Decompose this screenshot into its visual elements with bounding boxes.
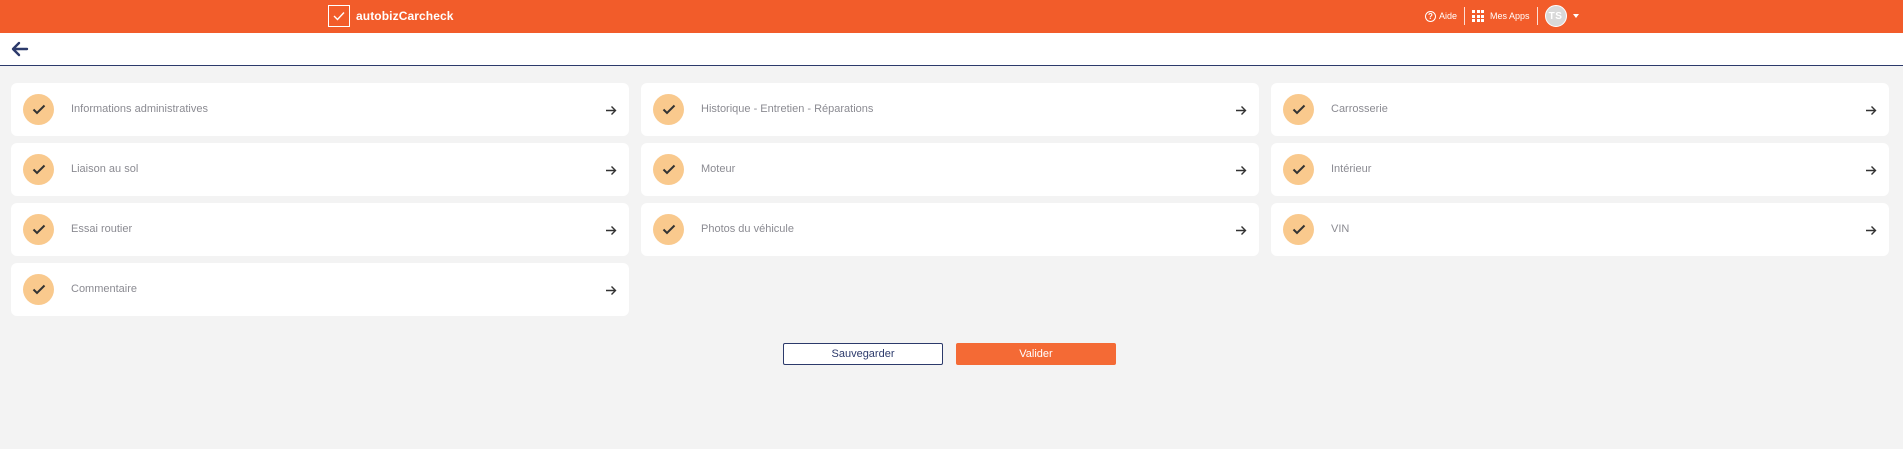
apps-grid-icon	[1472, 10, 1485, 22]
divider	[1464, 7, 1466, 25]
section-card[interactable]: Informations administratives	[11, 83, 629, 136]
section-label: Intérieur	[1331, 163, 1372, 175]
check-icon	[23, 154, 54, 185]
arrow-right-icon[interactable]	[601, 280, 621, 300]
section-card[interactable]: Carrosserie	[1271, 83, 1889, 136]
check-icon	[23, 214, 54, 245]
apps-label: Mes Apps	[1490, 11, 1530, 21]
check-icon	[653, 154, 684, 185]
check-icon	[23, 274, 54, 305]
caret-down-icon[interactable]	[1572, 14, 1579, 18]
section-label: Liaison au sol	[71, 163, 139, 175]
section-label: Essai routier	[71, 223, 133, 235]
section-label: VIN	[1331, 223, 1350, 235]
section-card[interactable]: Moteur	[641, 143, 1259, 196]
arrow-left-icon	[11, 41, 29, 57]
section-label: Carrosserie	[1331, 103, 1388, 115]
section-card[interactable]: Historique - Entretien - Réparations	[641, 83, 1259, 136]
arrow-right-icon[interactable]	[601, 160, 621, 180]
section-card[interactable]: Liaison au sol	[11, 143, 629, 196]
check-icon	[1283, 94, 1314, 125]
question-circle-icon: ?	[1425, 10, 1436, 22]
check-icon	[653, 214, 684, 245]
top-right-menu: ? Aide Mes Apps TS	[1425, 4, 1579, 28]
check-icon	[1283, 214, 1314, 245]
section-card[interactable]: Photos du véhicule	[641, 203, 1259, 256]
brand-name: autobizCarcheck	[356, 9, 454, 23]
save-button[interactable]: Sauvegarder	[783, 343, 943, 365]
section-label: Historique - Entretien - Réparations	[701, 103, 874, 115]
arrow-right-icon[interactable]	[1231, 220, 1251, 240]
arrow-right-icon[interactable]	[1231, 160, 1251, 180]
arrow-right-icon[interactable]	[1861, 100, 1881, 120]
brand-logo[interactable]: autobizCarcheck	[328, 5, 454, 27]
arrow-right-icon[interactable]	[1231, 100, 1251, 120]
section-card[interactable]: Essai routier	[11, 203, 629, 256]
arrow-right-icon[interactable]	[1861, 220, 1881, 240]
section-label: Commentaire	[71, 283, 138, 295]
sub-header	[0, 33, 1903, 66]
help-label: Aide	[1439, 11, 1458, 21]
arrow-right-icon[interactable]	[601, 100, 621, 120]
check-icon	[653, 94, 684, 125]
check-icon	[23, 94, 54, 125]
divider	[1536, 7, 1538, 25]
section-card[interactable]: Intérieur	[1271, 143, 1889, 196]
arrow-right-icon[interactable]	[1861, 160, 1881, 180]
section-label: Informations administratives	[71, 103, 208, 115]
section-label: Photos du véhicule	[701, 223, 794, 235]
user-avatar[interactable]: TS	[1544, 5, 1567, 27]
section-label: Moteur	[701, 163, 736, 175]
my-apps-button[interactable]: Mes Apps	[1472, 10, 1530, 22]
validate-button[interactable]: Valider	[956, 343, 1116, 365]
arrow-right-icon[interactable]	[601, 220, 621, 240]
section-card[interactable]: VIN	[1271, 203, 1889, 256]
back-button[interactable]	[10, 40, 30, 58]
help-link[interactable]: ? Aide	[1425, 10, 1458, 22]
logo-check-icon	[328, 5, 350, 27]
section-card[interactable]: Commentaire	[11, 263, 629, 316]
check-icon	[1283, 154, 1314, 185]
top-bar: autobizCarcheck ? Aide Mes Apps TS	[0, 0, 1903, 33]
